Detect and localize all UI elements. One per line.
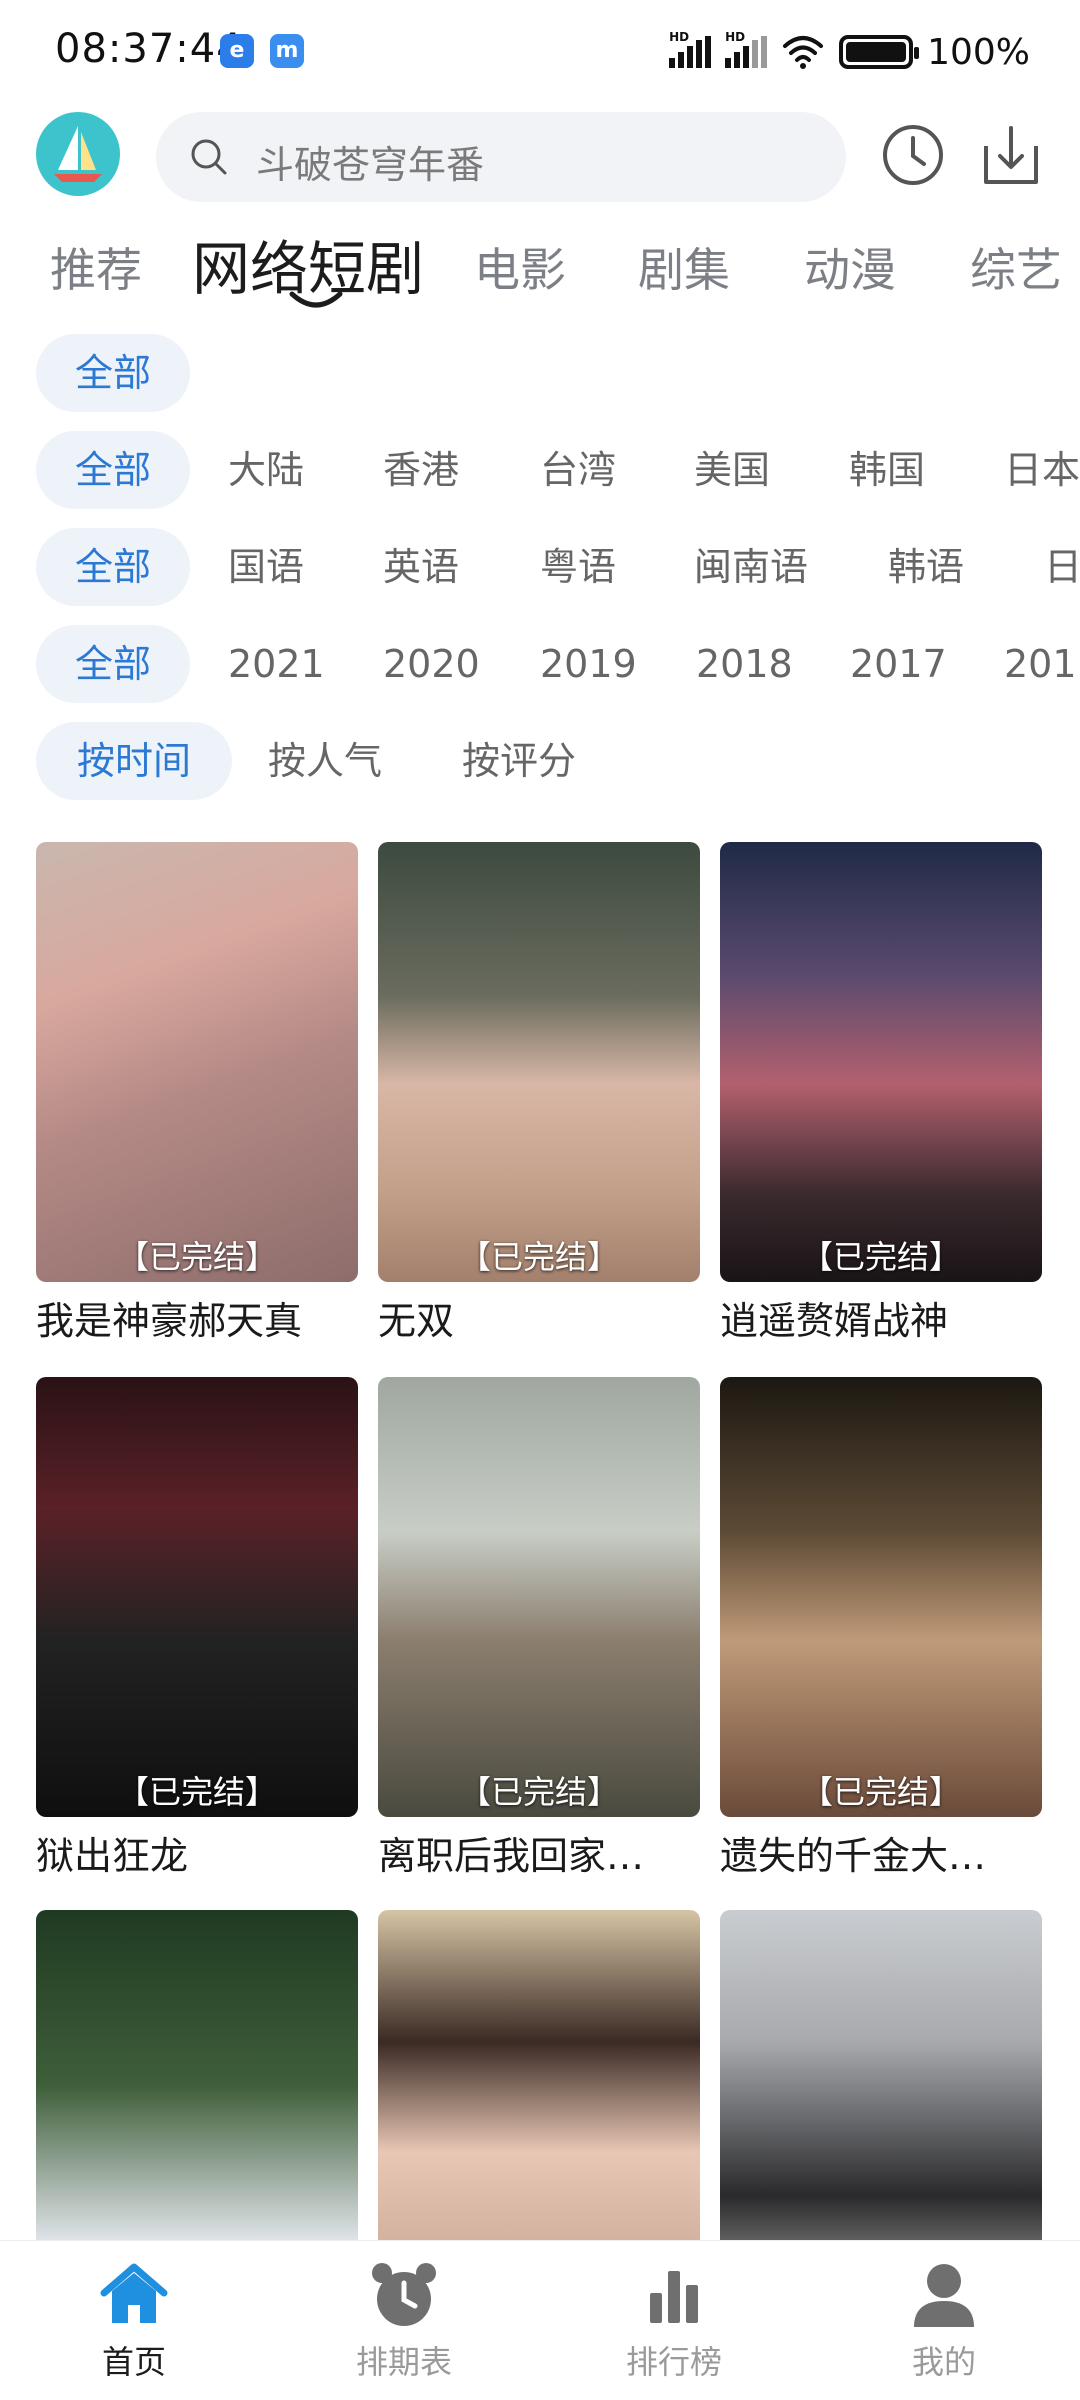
nav-rankings-label: 排行榜 [625,2343,722,2381]
filter-region-item[interactable]: 大陆 [228,431,304,509]
sort-by-popularity[interactable]: 按人气 [268,722,382,800]
battery-icon [839,35,920,69]
search-icon [191,139,227,175]
poster-image: 【已完结】 [378,1377,700,1817]
status-time: 08:37:44 [55,26,243,72]
status-tag: 【已完结】 [458,1773,619,1811]
filter-year-item[interactable]: 2019 [540,625,637,703]
card-title: 无双 [378,1299,455,1343]
filter-region-item[interactable]: 香港 [383,431,459,509]
app-badge-icon: m [270,34,304,68]
battery-percent: 100% [927,31,1030,73]
nav-schedule[interactable]: 排期表 [304,2259,504,2383]
bottom-navigation: 首页 排期表 排行榜 我的 [0,2240,1080,2400]
filter-year-item[interactable]: 2021 [228,625,325,703]
filter-year-all[interactable]: 全部 [36,625,190,703]
filter-language-all[interactable]: 全部 [36,528,190,606]
sort-by-time[interactable]: 按时间 [36,722,232,800]
notification-badge-icon: e [220,34,254,68]
filter-year-item[interactable]: 2020 [383,625,480,703]
drama-card[interactable]: 【已完结】 我是神豪郝天真 [36,842,358,1345]
wifi-icon [783,36,824,69]
poster-image: 【已完结】 [720,1377,1042,1817]
filter-year-item[interactable]: 201 [1004,625,1077,703]
bar-chart-icon [650,2271,698,2323]
status-icons: HD HD 100% [669,30,1030,74]
poster-image: 【已完结】 [378,842,700,1282]
profile-icon [914,2264,974,2327]
filter-row-type: 全部 [0,334,1080,412]
filter-row-year: 全部 2021 2020 2019 2018 2017 201 [0,625,1080,703]
tab-recommend[interactable]: 推荐 [50,234,142,300]
nav-home[interactable]: 首页 [34,2259,234,2383]
filter-language-item[interactable]: 粤语 [540,528,616,606]
status-tag: 【已完结】 [116,1773,277,1811]
filter-type-all[interactable]: 全部 [36,334,190,412]
filter-region-item[interactable]: 美国 [694,431,770,509]
poster-image: 【已完结】 [720,842,1042,1282]
tab-movies[interactable]: 电影 [474,234,566,300]
filter-region-item[interactable]: 韩国 [849,431,925,509]
status-tag: 【已完结】 [800,1238,961,1276]
drama-card[interactable]: 【已完结】 遗失的千金大… [720,1377,1042,1880]
filter-region-item[interactable]: 台湾 [540,431,616,509]
status-tag: 【已完结】 [116,1238,277,1276]
nav-rankings[interactable]: 排行榜 [574,2259,774,2383]
alarm-clock-icon [372,2263,436,2326]
app-header: 斗破苍穹年番 [0,108,1080,204]
filter-language-item[interactable]: 日 [1044,528,1080,606]
card-title: 狱出狂龙 [36,1834,189,1878]
tab-anime[interactable]: 动漫 [804,234,896,300]
active-tab-indicator [289,291,343,308]
nav-home-label: 首页 [101,2343,166,2381]
card-title: 离职后我回家… [378,1834,645,1878]
category-tabs: 推荐 网络短剧 电影 剧集 动漫 综艺 [0,222,1080,322]
card-title: 我是神豪郝天真 [36,1299,303,1343]
tab-series[interactable]: 剧集 [638,234,730,300]
filter-year-item[interactable]: 2017 [850,625,947,703]
search-bar[interactable]: 斗破苍穹年番 [156,112,846,202]
filter-row-language: 全部 国语 英语 粤语 闽南语 韩语 日 [0,528,1080,606]
nav-profile[interactable]: 我的 [844,2259,1044,2383]
filter-year-item[interactable]: 2018 [696,625,793,703]
filter-language-item[interactable]: 英语 [383,528,459,606]
drama-card[interactable]: 【已完结】 无双 [378,842,700,1345]
filter-row-sort: 按时间 按人气 按评分 [0,722,1080,800]
filter-region-all[interactable]: 全部 [36,431,190,509]
signal-icon: HD [669,30,712,68]
search-placeholder: 斗破苍穹年番 [256,143,485,187]
home-icon [100,2263,168,2323]
status-tag: 【已完结】 [800,1773,961,1811]
filter-language-item[interactable]: 国语 [228,528,304,606]
clock-icon[interactable] [880,122,946,188]
poster-image: 【已完结】 [36,1377,358,1817]
nav-profile-label: 我的 [911,2343,976,2381]
filter-region-item[interactable]: 日本 [1004,431,1080,509]
drama-card[interactable]: 【已完结】 逍遥赘婿战神 [720,842,1042,1345]
status-bar: 08:37:44 e m HD HD 100% [0,0,1080,100]
nav-schedule-label: 排期表 [355,2343,452,2381]
sort-by-rating[interactable]: 按评分 [462,722,576,800]
card-title: 遗失的千金大… [720,1834,987,1878]
filter-row-region: 全部 大陆 香港 台湾 美国 韩国 日本 [0,431,1080,509]
filter-language-item[interactable]: 韩语 [888,528,964,606]
sailboat-icon[interactable] [36,112,120,196]
status-tag: 【已完结】 [458,1238,619,1276]
drama-card[interactable]: 【已完结】 离职后我回家… [378,1377,700,1880]
tab-variety[interactable]: 综艺 [970,234,1062,300]
poster-image: 【已完结】 [36,842,358,1282]
signal-icon-2: HD [725,30,768,68]
drama-card[interactable]: 【已完结】 狱出狂龙 [36,1377,358,1880]
download-icon[interactable] [978,122,1044,188]
filter-language-item[interactable]: 闽南语 [694,528,808,606]
card-title: 逍遥赘婿战神 [720,1299,949,1343]
